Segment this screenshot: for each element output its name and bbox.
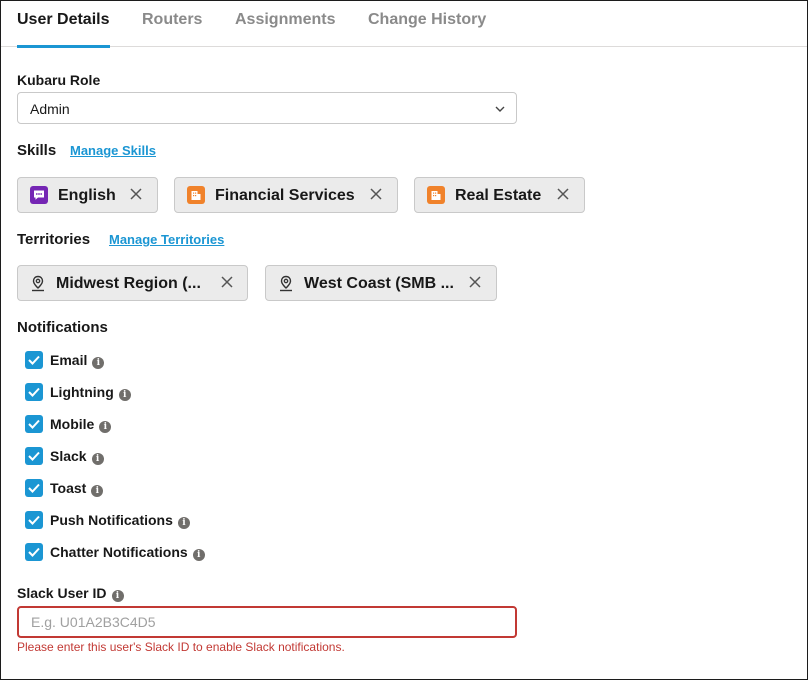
manage-territories-link[interactable]: Manage Territories [109, 232, 224, 247]
mobile-checkbox[interactable] [25, 415, 43, 433]
notification-label: Chatter Notifications i [50, 544, 205, 561]
notification-label: Toast i [50, 480, 104, 497]
push-notifications-checkbox[interactable] [25, 511, 43, 529]
notifications-title: Notifications [17, 319, 108, 336]
tab-bar: User Details Routers Assignments Change … [1, 1, 807, 48]
tab-assignments[interactable]: Assignments [235, 11, 335, 47]
notification-label: Push Notifications i [50, 512, 190, 529]
skill-label: Financial Services [215, 187, 355, 204]
location-pin-icon [32, 275, 44, 292]
location-pin-icon [280, 275, 292, 292]
skill-label: Real Estate [455, 187, 542, 204]
territories-title: Territories [17, 231, 91, 248]
skill-pill-financial-services: Financial Services [174, 177, 398, 213]
building-icon [187, 186, 205, 204]
manage-skills-link[interactable]: Manage Skills [70, 143, 156, 158]
lightning-checkbox[interactable] [25, 383, 43, 401]
info-icon[interactable]: i [91, 453, 104, 465]
info-icon[interactable]: i [177, 517, 190, 529]
skills-title: Skills [17, 142, 57, 159]
skill-pill-english: English [17, 177, 158, 213]
role-label: Kubaru Role [17, 72, 101, 88]
slack-user-id-input[interactable] [17, 606, 517, 638]
skill-label: English [58, 187, 116, 204]
notification-label: Slack i [50, 448, 104, 465]
role-select-value: Admin [30, 101, 70, 117]
info-icon[interactable]: i [192, 549, 205, 561]
slack-checkbox[interactable] [25, 447, 43, 465]
tab-user-details[interactable]: User Details [17, 11, 110, 48]
territory-label: West Coast (SMB ... [304, 275, 454, 292]
remove-skill-english-icon[interactable] [129, 187, 143, 201]
chatter-notifications-checkbox[interactable] [25, 543, 43, 561]
user-details-panel: User Details Routers Assignments Change … [0, 0, 808, 680]
info-icon[interactable]: i [91, 485, 104, 497]
skill-pill-real-estate: Real Estate [414, 177, 585, 213]
notification-label: Mobile i [50, 416, 112, 433]
info-icon[interactable]: i [118, 389, 131, 401]
territory-pill-west-coast: West Coast (SMB ... [265, 265, 497, 301]
toast-checkbox[interactable] [25, 479, 43, 497]
remove-territory-west-coast-icon[interactable] [468, 275, 482, 289]
slack-id-error-message: Please enter this user's Slack ID to ena… [17, 640, 345, 654]
remove-skill-real-estate-icon[interactable] [556, 187, 570, 201]
remove-territory-midwest-icon[interactable] [220, 275, 234, 289]
remove-skill-financial-services-icon[interactable] [369, 187, 383, 201]
info-icon[interactable]: i [111, 590, 124, 602]
building-icon [427, 186, 445, 204]
notification-label: Email i [50, 352, 105, 369]
tab-change-history[interactable]: Change History [368, 11, 486, 47]
email-checkbox[interactable] [25, 351, 43, 369]
chat-icon [30, 186, 48, 204]
chevron-down-icon [495, 106, 505, 112]
info-icon[interactable]: i [92, 357, 105, 369]
territory-label: Midwest Region (... [56, 275, 201, 292]
info-icon[interactable]: i [99, 421, 112, 433]
role-select[interactable]: Admin [17, 92, 517, 124]
territory-pill-midwest: Midwest Region (... [17, 265, 248, 301]
notification-label: Lightning i [50, 384, 131, 401]
tab-routers[interactable]: Routers [142, 11, 202, 47]
slack-user-id-label: Slack User ID i [17, 585, 124, 602]
